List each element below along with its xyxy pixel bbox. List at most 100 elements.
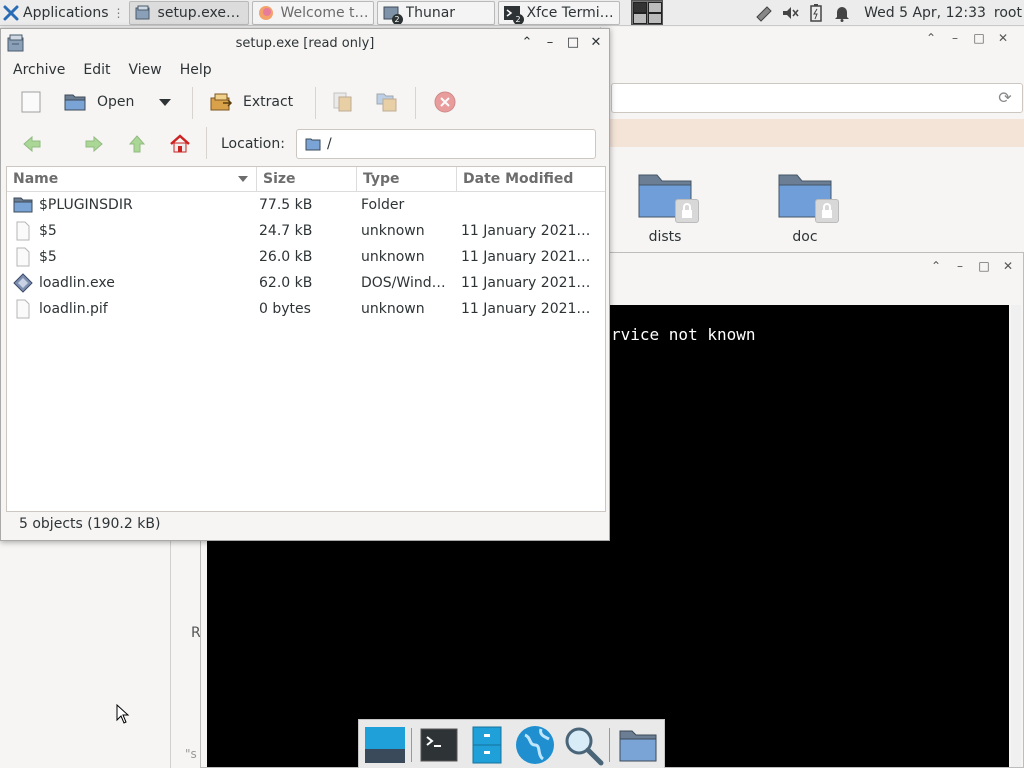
column-header-date[interactable]: Date Modified (457, 167, 605, 191)
folder-item[interactable]: dists (625, 165, 705, 245)
toolbar-separator (192, 87, 193, 119)
terminal-close-button[interactable]: ✕ (1001, 259, 1015, 273)
archive-app-icon (7, 34, 24, 52)
dock-item-terminal[interactable] (417, 723, 461, 767)
top-panel: Applications ⋮ setup.exe [r... Welcome t… (0, 0, 1024, 26)
workspace-1[interactable] (632, 2, 647, 13)
add-files-icon (333, 92, 352, 112)
column-header-size[interactable]: Size (257, 167, 357, 191)
file-list[interactable]: Name Size Type Date Modified $PLUGINSDIR… (6, 166, 606, 512)
menu-edit[interactable]: Edit (71, 62, 116, 78)
table-row[interactable]: $5 26.0 kB unknown 11 January 2021, 0... (7, 244, 605, 270)
table-row[interactable]: $PLUGINSDIR 77.5 kB Folder (7, 192, 605, 218)
file-date: 11 January 2021, 0... (461, 223, 597, 239)
thunar-shade-button[interactable]: ⌃ (924, 31, 938, 45)
file-size: 24.7 kB (259, 223, 313, 239)
dock-item-file-cabinet[interactable] (465, 723, 509, 767)
table-row[interactable]: $5 24.7 kB unknown 11 January 2021, 0... (7, 218, 605, 244)
user-menu[interactable]: root (994, 5, 1022, 21)
chevron-down-icon (159, 98, 171, 106)
column-header-name[interactable]: Name (7, 167, 257, 191)
maximize-button[interactable]: □ (566, 35, 580, 50)
taskbar-item-browser[interactable]: Welcome to... (251, 0, 374, 25)
network-icon[interactable] (754, 3, 774, 23)
dock-item-search[interactable] (561, 723, 605, 767)
thunar-location-field[interactable]: ⟳ (611, 83, 1023, 113)
new-archive-button[interactable] (19, 87, 53, 117)
taskbar-item-label: Thunar (405, 4, 456, 21)
file-date: 11 January 2021, 0... (461, 301, 597, 317)
forward-arrow-icon[interactable] (83, 133, 105, 155)
file-list-header: Name Size Type Date Modified (7, 167, 605, 192)
pane-divider (170, 540, 171, 768)
file-name: loadlin.pif (39, 301, 108, 317)
workspace-switcher[interactable] (630, 0, 663, 25)
file-type: Folder (361, 197, 405, 213)
workspace-2[interactable] (647, 2, 662, 13)
menu-archive[interactable]: Archive (1, 62, 71, 78)
applications-menu-button[interactable]: Applications ⋮ (0, 0, 129, 26)
add-files-button[interactable] (331, 87, 365, 117)
terminal-maximize-button[interactable]: □ (977, 259, 991, 273)
folder-item[interactable]: doc (765, 165, 845, 245)
table-row[interactable]: loadlin.pif 0 bytes unknown 11 January 2… (7, 296, 605, 322)
taskbar-item-label: Welcome to... (280, 4, 369, 21)
terminal-minimize-button[interactable]: – (953, 259, 967, 273)
extract-icon (210, 93, 233, 111)
shade-button[interactable]: ⌃ (520, 35, 534, 50)
column-header-type[interactable]: Type (357, 167, 457, 191)
dock-item-folder[interactable] (616, 723, 660, 767)
taskbar-item-thunar[interactable]: 2 Thunar (376, 0, 495, 25)
reload-icon[interactable]: ⟳ (996, 89, 1014, 107)
table-row[interactable]: loadlin.exe 62.0 kB DOS/Windo... 11 Janu… (7, 270, 605, 296)
dock-item-desktop[interactable] (363, 723, 407, 767)
applications-label: Applications (23, 4, 109, 21)
up-arrow-icon[interactable] (126, 133, 148, 155)
file-type: unknown (361, 249, 425, 265)
file-date: 11 January 2021, 0... (461, 249, 597, 265)
open-button[interactable]: Open (63, 87, 134, 117)
close-button[interactable]: ✕ (589, 35, 603, 50)
terminal-shade-button[interactable]: ⌃ (929, 259, 943, 273)
notification-bell-icon[interactable] (832, 3, 852, 23)
terminal-scrollbar[interactable] (1011, 305, 1021, 767)
thunar-close-button[interactable]: ✕ (996, 31, 1010, 45)
menu-view[interactable]: View (117, 62, 168, 78)
file-size: 77.5 kB (259, 197, 313, 213)
system-tray: Wed 5 Apr, 12:33 root (754, 0, 1024, 26)
folder-name: doc (792, 229, 818, 245)
file-icon (16, 247, 30, 267)
open-dropdown-button[interactable] (159, 87, 171, 117)
thunar-window-controls: ⌃ – □ ✕ (924, 31, 1010, 45)
file-icon (16, 299, 30, 319)
firefox-icon (258, 5, 273, 20)
add-folder-icon (376, 93, 397, 112)
folder-name: dists (648, 229, 682, 245)
workspace-4[interactable] (647, 13, 662, 24)
extract-button[interactable]: Extract (209, 87, 293, 117)
thunar-minimize-button[interactable]: – (948, 31, 962, 45)
dock-separator (411, 728, 412, 762)
new-document-icon (21, 91, 41, 113)
web-browser-icon (516, 726, 554, 764)
dock-item-web-browser[interactable] (513, 723, 557, 767)
workspace-3[interactable] (632, 13, 647, 24)
minimize-button[interactable]: – (543, 35, 557, 50)
add-folder-button[interactable] (375, 87, 409, 117)
back-arrow-icon[interactable] (21, 133, 43, 155)
thunar-maximize-button[interactable]: □ (972, 31, 986, 45)
home-icon[interactable] (169, 133, 191, 155)
location-value: / (327, 136, 332, 152)
window-titlebar[interactable]: setup.exe [read only] ⌃ – □ ✕ (1, 29, 609, 57)
volume-muted-icon[interactable] (780, 3, 800, 23)
clock[interactable]: Wed 5 Apr, 12:33 (864, 5, 986, 21)
taskbar-item-terminal[interactable]: 2 Xfce Terminal (497, 0, 620, 25)
taskbar-item-archive[interactable]: setup.exe [r... (128, 0, 249, 25)
stop-button[interactable] (433, 87, 467, 117)
file-date: 11 January 2021, 0... (461, 275, 597, 291)
location-input[interactable]: / (296, 129, 596, 159)
folder-icon (305, 138, 321, 151)
battery-icon[interactable] (806, 3, 826, 23)
menu-help[interactable]: Help (168, 62, 218, 78)
executable-icon (13, 273, 33, 293)
